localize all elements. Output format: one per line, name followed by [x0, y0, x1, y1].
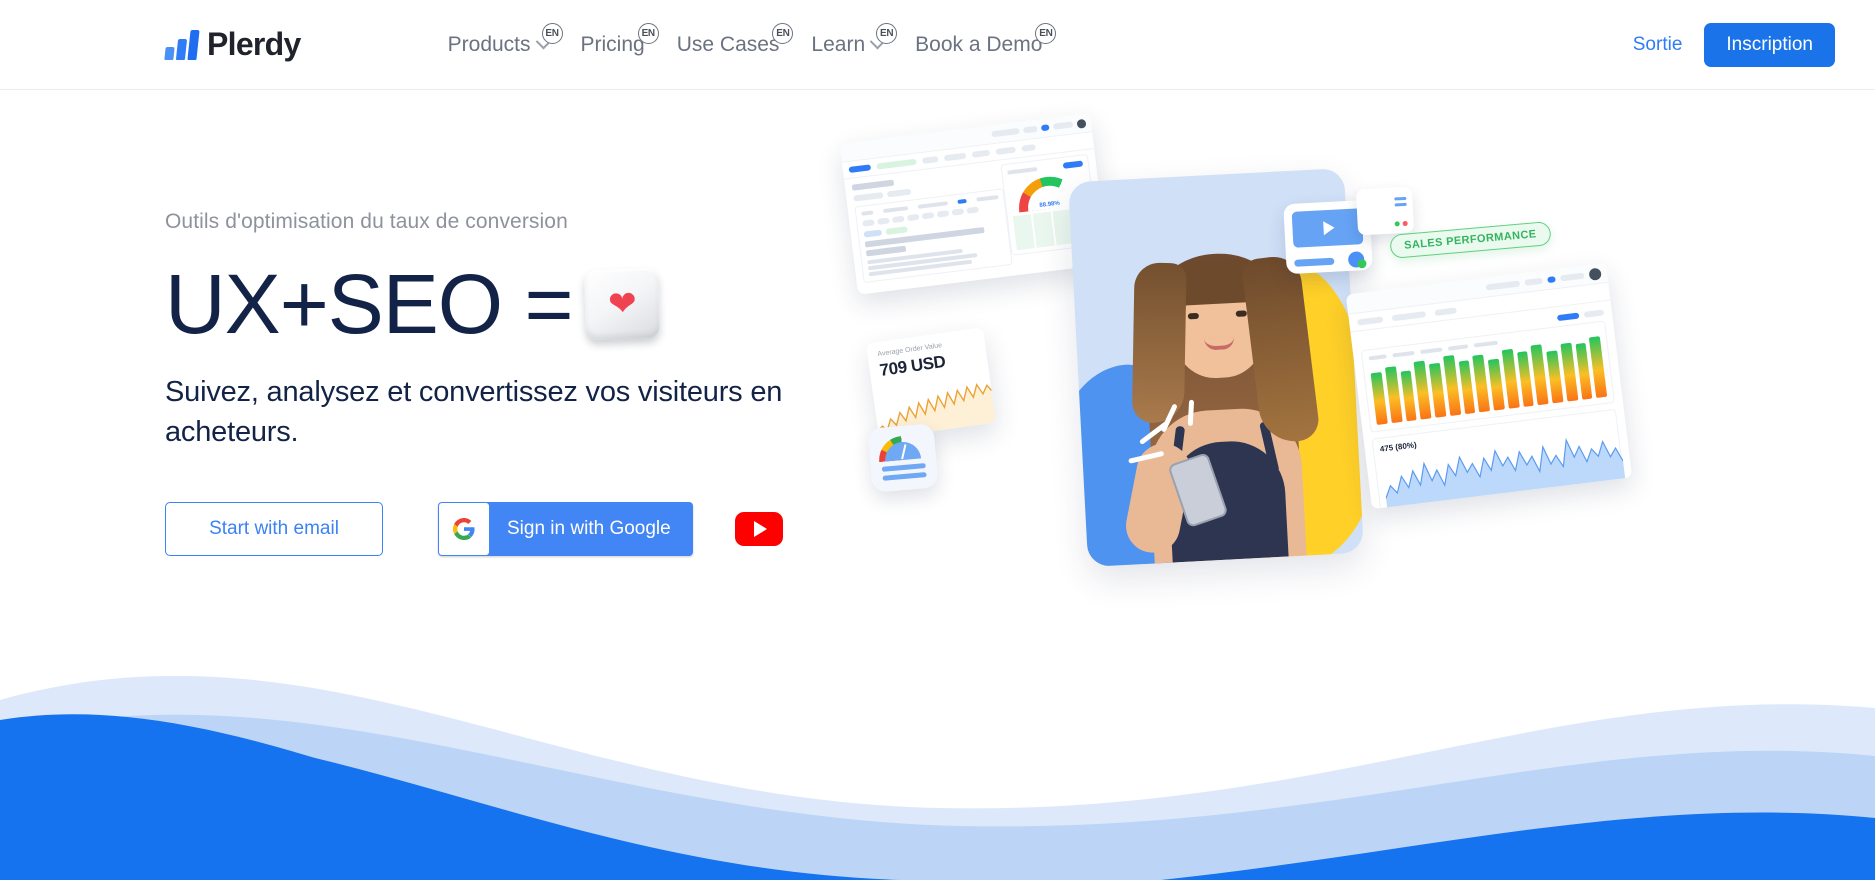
hero-subheadline: Suivez, analysez et convertissez vos vis… [165, 376, 783, 448]
nav-label: Use Cases [676, 32, 780, 56]
header-actions: Sortie Inscription [1611, 22, 1835, 67]
nav-label: Products [447, 32, 531, 56]
site-header: Plerdy Products EN Pricing EN Use Cases … [0, 0, 1875, 90]
start-with-email-button[interactable]: Start with email [165, 502, 383, 556]
landing-page: Plerdy Products EN Pricing EN Use Cases … [0, 0, 1875, 880]
nav-label: Book a Demo [915, 32, 1043, 56]
play-icon [1291, 208, 1364, 248]
nav-item-book-a-demo[interactable]: Book a Demo EN [899, 22, 1058, 57]
hero-eyebrow: Outils d'optimisation du taux de convers… [165, 210, 568, 233]
nav-label: Pricing [580, 32, 645, 56]
headline-text: UX+SEO = [165, 257, 574, 351]
hero-content: Outils d'optimisation du taux de convers… [165, 210, 885, 556]
google-button-label: Sign in with Google [507, 518, 671, 539]
list-lines-icon [1394, 196, 1407, 210]
ukraine-flag-icon [307, 29, 333, 45]
nav-item-pricing[interactable]: Pricing EN [565, 22, 661, 57]
youtube-play-icon[interactable] [734, 512, 783, 546]
heart-keycap-icon: ❤ [583, 267, 660, 341]
logo[interactable]: Plerdy [164, 26, 333, 63]
lang-badge: EN [541, 22, 563, 44]
main-nav: Products EN Pricing EN Use Cases EN Lear… [432, 22, 1059, 57]
page-title: UX+SEO = ❤ [165, 258, 885, 350]
status-dot-icon [1347, 251, 1365, 268]
nav-label: Learn [811, 32, 866, 56]
sign-up-button[interactable]: Inscription [1704, 22, 1835, 67]
sign-in-with-google-button[interactable]: Sign in with Google [438, 502, 693, 556]
sign-out-link[interactable]: Sortie [1611, 34, 1705, 56]
donut-chart-widget [1355, 186, 1415, 236]
average-order-value-card: Average Order Value 709 USD [865, 327, 997, 439]
legend-dots-icon [1394, 220, 1408, 227]
nav-item-products[interactable]: Products EN [432, 22, 565, 57]
hero-cta-row: Start with email Sign in with Google [165, 502, 885, 556]
logo-text: Plerdy [207, 26, 301, 62]
google-g-icon [439, 503, 489, 555]
hero-illustration: 88.98% Average Order Value 709 USD SALES… [839, 110, 1633, 610]
lang-badge: EN [876, 22, 898, 44]
avatar [1099, 224, 1346, 566]
lang-badge: EN [772, 22, 794, 44]
analytics-card: 475 (80%) [1345, 262, 1633, 510]
bar-chart [1370, 336, 1608, 425]
lang-badge: EN [637, 22, 659, 44]
bar-chart-logo-icon [164, 29, 200, 60]
lang-badge: EN [1035, 22, 1057, 44]
nav-item-learn[interactable]: Learn EN [795, 22, 899, 57]
nav-item-use-cases[interactable]: Use Cases EN [661, 22, 796, 57]
